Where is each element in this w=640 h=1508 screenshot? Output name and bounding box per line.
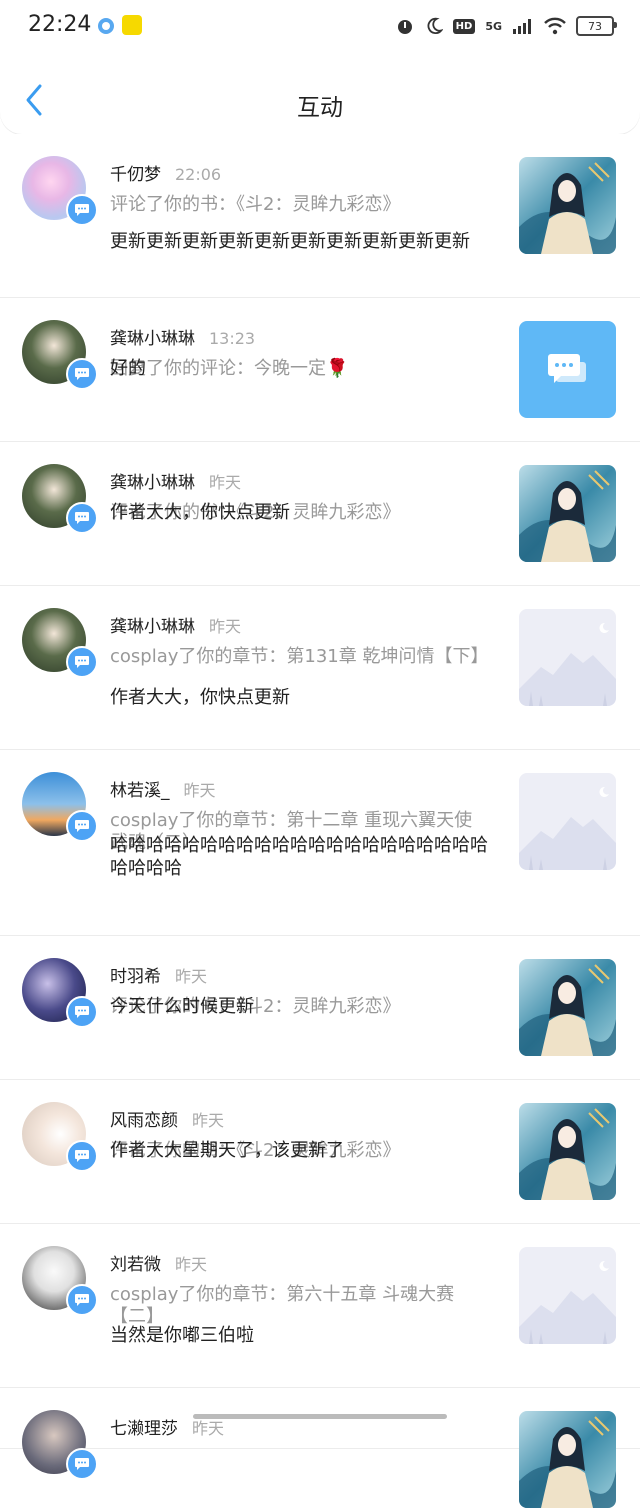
name-line: 时羽希 昨天	[110, 962, 207, 987]
thumbnail[interactable]	[519, 609, 616, 706]
status-icons: HD 5G 73	[395, 14, 617, 38]
timestamp: 22:06	[175, 165, 222, 184]
list-item[interactable]: 龚琳小琳琳 13:23 回复了你的评论：今晚一定🌹 好的	[0, 298, 640, 442]
hd-badge: HD	[452, 18, 476, 34]
thumbnail[interactable]	[519, 959, 616, 1056]
comment-content[interactable]: 更新更新更新更新更新更新更新更新更新更新	[110, 230, 490, 253]
user-name[interactable]: 龚琳小琳琳	[110, 612, 195, 637]
comment-badge-icon	[66, 358, 98, 390]
comment-badge-icon	[66, 1140, 98, 1172]
battery-level: 73	[588, 19, 602, 33]
thumbnail[interactable]	[519, 773, 616, 870]
list-item[interactable]: 千仞梦 22:06 评论了你的书：《斗2：灵眸九彩恋》 更新更新更新更新更新更新更新更…	[0, 134, 640, 298]
status-bar: 22:24 HD 5G 73	[0, 0, 640, 52]
thumbnail[interactable]	[519, 1103, 616, 1200]
name-line: 风雨恋颜 昨天	[110, 1106, 224, 1131]
thumbnail[interactable]	[519, 1411, 616, 1508]
comment-tile	[519, 321, 616, 418]
name-line: 千仞梦 22:06	[110, 160, 221, 185]
signal-icon	[513, 19, 531, 34]
browser-app-icon	[98, 18, 114, 34]
timestamp: 昨天	[192, 1111, 225, 1130]
list-item[interactable]: 林若溪_ 昨天 cosplay了你的章节：第十二章 重现六翼天使武魂（二） 哈哈哈哈哈…	[0, 750, 640, 936]
name-line: 龚琳小琳琳 13:23	[110, 324, 255, 349]
user-name[interactable]: 七濑理莎	[110, 1414, 178, 1439]
nav-bar: 互动	[0, 52, 640, 134]
comment-badge-icon	[66, 996, 98, 1028]
timestamp: 昨天	[209, 473, 242, 492]
video-app-icon	[122, 15, 142, 35]
name-line: 龚琳小琳琳 昨天	[110, 612, 241, 637]
user-name[interactable]: 刘若微	[110, 1250, 161, 1275]
book-cover-image	[519, 157, 616, 254]
battery-icon: 73	[576, 16, 617, 36]
book-cover-image	[519, 1103, 616, 1200]
comment-badge-icon	[66, 810, 98, 842]
comment-content[interactable]: 哈哈哈哈哈哈哈哈哈哈哈哈哈哈哈哈哈哈哈哈哈哈哈哈哈	[110, 834, 490, 880]
timestamp: 昨天	[175, 1255, 208, 1274]
list-item[interactable]: 时羽希 昨天 评论了你的书：《斗2：灵眸九彩恋》 今天什么时候更新	[0, 936, 640, 1080]
comment-content[interactable]: 当然是你嘟三伯啦	[110, 1324, 490, 1347]
comment-content[interactable]: 今天什么时候更新	[110, 995, 490, 1018]
thumbnail[interactable]	[519, 465, 616, 562]
action-text[interactable]: cosplay了你的章节：第六十五章 斗魂大赛【二】	[110, 1284, 490, 1328]
list-item[interactable]: 刘若微 昨天 cosplay了你的章节：第六十五章 斗魂大赛【二】 当然是你嘟三伯啦	[0, 1224, 640, 1388]
network-label: 5G	[485, 19, 502, 33]
timestamp: 昨天	[209, 617, 242, 636]
timestamp: 昨天	[183, 781, 216, 800]
comment-badge-icon	[66, 502, 98, 534]
name-line: 林若溪_ 昨天	[110, 776, 216, 801]
user-name[interactable]: 龚琳小琳琳	[110, 324, 195, 349]
list-item[interactable]: 风雨恋颜 昨天 评论了你的书：《斗2：灵眸九彩恋》 作者大大星期天了，该更新了	[0, 1080, 640, 1224]
user-name[interactable]: 林若溪_	[110, 776, 170, 801]
name-line: 刘若微 昨天	[110, 1250, 207, 1275]
user-name[interactable]: 龚琳小琳琳	[110, 468, 195, 493]
thumbnail[interactable]	[519, 321, 616, 418]
name-line: 龚琳小琳琳 昨天	[110, 468, 241, 493]
book-cover-image	[519, 959, 616, 1056]
comment-badge-icon	[66, 1284, 98, 1316]
interaction-list: 千仞梦 22:06 评论了你的书：《斗2：灵眸九彩恋》 更新更新更新更新更新更新更新更…	[0, 134, 640, 1508]
comment-badge-icon	[66, 646, 98, 678]
page-title: 互动	[297, 95, 343, 121]
image-placeholder	[519, 609, 616, 706]
timestamp: 13:23	[209, 329, 256, 348]
home-indicator[interactable]	[193, 1414, 447, 1419]
comment-content[interactable]: 作者大大，你快点更新	[110, 501, 490, 524]
list-item[interactable]: 龚琳小琳琳 昨天 评论了你的书：《斗2：灵眸九彩恋》 作者大大，你快点更新	[0, 442, 640, 586]
timestamp: 昨天	[175, 967, 208, 986]
user-name[interactable]: 千仞梦	[110, 160, 161, 185]
action-text[interactable]: 评论了你的书：《斗2：灵眸九彩恋》	[110, 194, 490, 216]
thumbnail[interactable]	[519, 157, 616, 254]
book-cover-image	[519, 465, 616, 562]
chat-bubble-icon	[547, 353, 586, 383]
user-name[interactable]: 风雨恋颜	[110, 1106, 178, 1131]
wifi-icon	[544, 17, 566, 35]
action-text[interactable]: cosplay了你的章节：第131章 乾坤问情【下】	[110, 646, 490, 668]
image-placeholder	[519, 773, 616, 870]
comment-content[interactable]: 作者大大星期天了，该更新了	[110, 1139, 490, 1162]
thumbnail[interactable]	[519, 1247, 616, 1344]
status-time: 22:24	[28, 12, 92, 37]
list-item[interactable]: 龚琳小琳琳 昨天 cosplay了你的章节：第131章 乾坤问情【下】 作者大大，你快…	[0, 586, 640, 750]
image-placeholder	[519, 1247, 616, 1344]
moon-icon	[427, 17, 443, 35]
comment-content[interactable]: 作者大大，你快点更新	[110, 686, 490, 709]
alarm-icon	[397, 20, 412, 34]
comment-badge-icon	[66, 194, 98, 226]
comment-badge-icon	[66, 1448, 98, 1480]
user-name[interactable]: 时羽希	[110, 962, 161, 987]
comment-content[interactable]: 好的	[110, 357, 490, 380]
book-cover-image	[519, 1411, 616, 1508]
